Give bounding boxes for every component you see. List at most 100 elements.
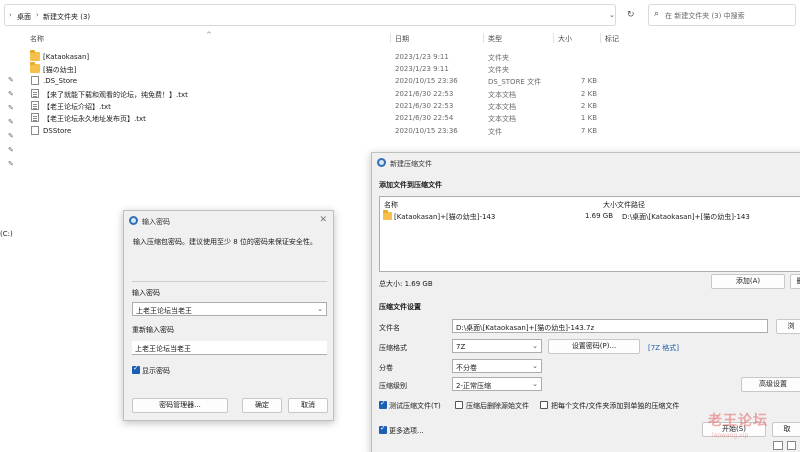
column-divider[interactable] xyxy=(483,33,484,43)
list-item-path: D:\桌面\[Kataokasan]+[猫の幼虫]-143 xyxy=(622,213,750,221)
archive-file-list[interactable]: 名称 大小 文件路径 [Kataokasan]+[猫の幼虫]-143 1.69 … xyxy=(379,196,800,272)
delete-source-checkbox[interactable] xyxy=(455,401,463,409)
instruction-panel: 输入压缩包密码。建议使用至少 8 位的密码来保证安全性。 xyxy=(125,233,332,291)
pin-icon[interactable]: ✎ xyxy=(8,146,14,154)
reenter-password-input[interactable]: 上老王论坛当老王 xyxy=(132,341,327,355)
file-size: 1 KB xyxy=(580,114,597,122)
file-row[interactable]: .DS_Store 2020/10/15 23:36 DS_STORE 文件 7… xyxy=(26,75,726,87)
delete-button[interactable]: 删 xyxy=(790,274,800,289)
drive-c-label[interactable]: (C:) xyxy=(0,230,13,238)
show-password-checkbox[interactable] xyxy=(132,364,140,374)
column-type[interactable]: 类型 xyxy=(488,34,502,44)
file-type: 文件夹 xyxy=(488,54,509,62)
separate-archives-checkbox[interactable] xyxy=(540,401,548,409)
browse-button[interactable]: 浏 xyxy=(776,319,800,334)
details-view-icon[interactable] xyxy=(773,441,783,450)
file-date: 2020/10/15 23:36 xyxy=(395,127,458,135)
file-type: 文本文档 xyxy=(488,103,516,111)
file-row[interactable]: [猫の幼虫] 2023/1/23 9:11 文件夹 xyxy=(26,62,726,75)
list-header-path[interactable]: 文件路径 xyxy=(617,200,645,210)
file-name: .DS_Store xyxy=(43,77,78,85)
pin-icon[interactable]: ✎ xyxy=(8,76,14,84)
address-bar[interactable]: › 桌面 › 新建文件夹 (3) ⌄ xyxy=(4,4,616,26)
password-input[interactable]: 上老王论坛当老王 ⌄ xyxy=(132,302,327,316)
pin-icon[interactable]: ✎ xyxy=(8,118,14,126)
search-icon: ⌕ xyxy=(654,9,660,19)
file-row[interactable]: 【老王论坛介绍】.txt 2021/6/30 22:53 文本文档 2 KB xyxy=(26,100,726,112)
dialog-titlebar[interactable]: 新建压缩文件 xyxy=(372,153,800,173)
pin-icon[interactable]: ✎ xyxy=(8,132,14,140)
chevron-down-icon: ⌄ xyxy=(532,342,538,350)
file-type: 文本文档 xyxy=(488,115,516,123)
address-bar-row: › 桌面 › 新建文件夹 (3) ⌄ ↻ ⌕ 在 新建文件夹 (3) 中搜索 xyxy=(0,4,800,26)
text-file-icon xyxy=(31,89,39,98)
column-date[interactable]: 日期 xyxy=(395,34,409,44)
column-tags[interactable]: 标记 xyxy=(605,34,619,44)
column-name[interactable]: 名称 xyxy=(30,34,44,44)
level-select[interactable]: 2-正常压缩 ⌄ xyxy=(452,377,542,391)
file-type: 文件 xyxy=(488,128,502,136)
filename-input[interactable]: D:\桌面\[Kataokasan]+[猫の幼虫]-143.7z xyxy=(452,319,768,333)
file-row[interactable]: DSStore 2020/10/15 23:36 文件 7 KB xyxy=(26,125,726,137)
file-row[interactable]: 【老王论坛永久地址发布页】.txt 2021/6/30 22:54 文本文档 1… xyxy=(26,112,726,124)
pin-icon[interactable]: ✎ xyxy=(8,104,14,112)
file-row[interactable]: [Kataokasan] 2023/1/23 9:11 文件夹 xyxy=(26,50,726,63)
enter-password-label: 输入密码 xyxy=(132,289,160,297)
cancel-button[interactable]: 取消 xyxy=(288,398,328,413)
pin-icon[interactable]: ✎ xyxy=(8,90,14,98)
divider xyxy=(132,281,327,282)
search-input[interactable]: ⌕ 在 新建文件夹 (3) 中搜索 xyxy=(648,4,796,26)
list-header-size[interactable]: 大小 xyxy=(603,200,617,210)
folder-icon xyxy=(30,62,40,73)
file-size: 7 KB xyxy=(580,77,597,85)
refresh-icon[interactable]: ↻ xyxy=(627,10,635,20)
list-header-name[interactable]: 名称 xyxy=(384,200,398,210)
chevron-right-icon: › xyxy=(36,11,39,19)
chevron-down-icon[interactable]: ⌄ xyxy=(609,11,615,19)
file-date: 2023/1/23 9:11 xyxy=(395,65,449,73)
pin-icon[interactable]: ✎ xyxy=(8,160,14,168)
archive-settings-section-label: 压缩文件设置 xyxy=(379,303,421,311)
file-name: DSStore xyxy=(43,127,72,135)
column-divider[interactable] xyxy=(600,33,601,43)
password-value: 上老王论坛当老王 xyxy=(136,307,192,315)
file-icon xyxy=(31,126,39,135)
new-archive-dialog: 新建压缩文件 添加文件到压缩文件 名称 大小 文件路径 [Kataokasan]… xyxy=(371,152,800,452)
ok-button[interactable]: 确定 xyxy=(242,398,282,413)
dialog-titlebar[interactable]: 输入密码 ✕ xyxy=(124,211,333,231)
format-help-link[interactable]: [7Z 格式] xyxy=(648,343,679,353)
column-size[interactable]: 大小 xyxy=(558,34,572,44)
breadcrumb-desktop[interactable]: 桌面 xyxy=(17,12,31,22)
more-options-label: 更多选项... xyxy=(389,427,424,435)
close-icon[interactable]: ✕ xyxy=(319,215,327,225)
filename-value: D:\桌面\[Kataokasan]+[猫の幼虫]-143.7z xyxy=(456,324,595,332)
cancel-button[interactable]: 取 xyxy=(772,422,800,437)
file-type: DS_STORE 文件 xyxy=(488,78,542,86)
password-manager-button[interactable]: 密码管理器... xyxy=(132,398,228,413)
add-button[interactable]: 添加(A) xyxy=(711,274,785,289)
volume-select[interactable]: 不分卷 ⌄ xyxy=(452,359,542,373)
format-label: 压缩格式 xyxy=(379,344,407,352)
more-options-checkbox[interactable] xyxy=(379,424,387,434)
column-divider[interactable] xyxy=(390,33,391,43)
breadcrumb-current-folder[interactable]: 新建文件夹 (3) xyxy=(43,12,90,22)
advanced-settings-button[interactable]: 高级设置 xyxy=(741,377,800,392)
set-password-button[interactable]: 设置密码(P)... xyxy=(548,339,640,354)
format-select[interactable]: 7Z ⌄ xyxy=(452,339,542,353)
filename-label: 文件名 xyxy=(379,324,400,332)
file-row[interactable]: 【来了就能下载和观看的论坛，纯免费！】.txt 2021/6/30 22:53 … xyxy=(26,88,726,100)
list-item-name[interactable]: [Kataokasan]+[猫の幼虫]-143 xyxy=(394,212,495,222)
delete-source-label: 压缩后删除源始文件 xyxy=(466,402,529,410)
list-item-size: 1.69 GB xyxy=(585,212,614,220)
dialog-title: 新建压缩文件 xyxy=(390,160,432,168)
folder-icon xyxy=(30,50,40,61)
file-name: 【老王论坛介绍】.txt xyxy=(43,103,111,111)
column-divider[interactable] xyxy=(553,33,554,43)
format-value: 7Z xyxy=(456,343,466,351)
volume-label: 分卷 xyxy=(379,364,393,372)
watermark-logo: 老王论坛 xyxy=(708,413,768,429)
file-size: 7 KB xyxy=(580,127,597,135)
chevron-down-icon[interactable]: ⌄ xyxy=(317,305,323,313)
tiles-view-icon[interactable] xyxy=(787,441,796,450)
test-archive-checkbox[interactable] xyxy=(379,399,387,409)
